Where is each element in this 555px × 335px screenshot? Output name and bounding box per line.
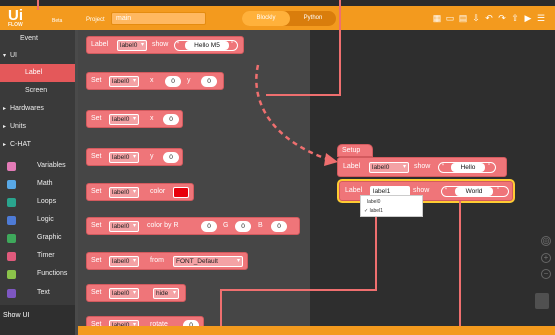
status-bar <box>78 326 555 335</box>
label-show-block[interactable]: Label label0 show “Hello M5” <box>86 36 244 54</box>
show-ui-button[interactable]: Show UI <box>3 312 29 319</box>
set-color-rgb-block[interactable]: Set label0 color by R 0 G 0 B 0 <box>86 217 300 235</box>
mode-toggle[interactable]: Blockly Python <box>242 11 336 26</box>
sidebar-item-loops[interactable]: Loops <box>0 193 75 211</box>
top-toolbar: Ui FLOW Beta Project main Blockly Python… <box>0 6 555 30</box>
beta-label: Beta <box>52 18 63 24</box>
upload-icon[interactable]: ⇧ <box>510 13 520 23</box>
set-x-block[interactable]: Set label0 x 0 <box>86 110 183 128</box>
zoom-in-icon[interactable]: + <box>541 253 551 263</box>
functions-swatch <box>7 270 16 279</box>
run-icon[interactable]: ▶ <box>523 13 533 23</box>
set-font-block[interactable]: Set label0 from FONT_Default <box>86 252 248 270</box>
logic-swatch <box>7 216 16 225</box>
sidebar-item-hardwares[interactable]: ▸ Hardwares <box>0 100 75 118</box>
download-icon[interactable]: ⇩ <box>471 13 481 23</box>
annotation-line <box>459 201 461 335</box>
sidebar-item-chat[interactable]: ▸ C-HAT <box>0 136 75 154</box>
graphic-swatch <box>7 234 16 243</box>
app-window: Ui FLOW Beta Project main Blockly Python… <box>0 0 555 335</box>
menu-item-label0[interactable]: label0 <box>367 199 380 205</box>
loops-swatch <box>7 198 16 207</box>
blockly-mode-button[interactable]: Blockly <box>242 11 290 26</box>
sidebar-item-ui[interactable]: UI ▾ <box>0 47 75 65</box>
sidebar-item-timer[interactable]: Timer <box>0 247 75 265</box>
redo-icon[interactable]: ↷ <box>497 13 507 23</box>
save-icon[interactable]: ▤ <box>458 13 468 23</box>
annotation-line <box>37 0 39 10</box>
set-y-block[interactable]: Set label0 y 0 <box>86 148 183 166</box>
zoom-out-icon[interactable]: − <box>541 269 551 279</box>
grid-icon[interactable]: ▦ <box>432 13 442 23</box>
folder-icon[interactable]: ▭ <box>445 13 455 23</box>
set-xy-block[interactable]: Set label0 x 0 y 0 <box>86 72 224 90</box>
annotation-line <box>375 217 377 291</box>
sidebar-item-screen[interactable]: Screen <box>0 82 75 100</box>
timer-swatch <box>7 252 16 261</box>
sidebar-footer <box>0 305 75 335</box>
sidebar-item-graphic[interactable]: Graphic <box>0 229 75 247</box>
undo-icon[interactable]: ↶ <box>484 13 494 23</box>
sidebar-item-units[interactable]: ▸ Units <box>0 118 75 136</box>
sidebar-item-label[interactable]: Label <box>0 64 75 82</box>
math-swatch <box>7 180 16 189</box>
trash-icon[interactable] <box>535 293 549 309</box>
sidebar-item-functions[interactable]: Functions <box>0 265 75 283</box>
sidebar-item-event[interactable]: Event <box>0 30 75 48</box>
sidebar-item-text[interactable]: Text <box>0 284 75 302</box>
project-label: Project <box>86 17 105 23</box>
workspace-label0-show-block[interactable]: Label label0 show “Hello” <box>337 157 507 177</box>
python-mode-button[interactable]: Python <box>290 11 336 26</box>
color-swatch[interactable] <box>173 187 189 198</box>
set-hide-block[interactable]: Set label0 hide <box>86 284 186 302</box>
sidebar-item-logic[interactable]: Logic <box>0 211 75 229</box>
annotation-line <box>220 289 377 291</box>
text-swatch <box>7 289 16 298</box>
menu-icon[interactable]: ☰ <box>536 13 546 23</box>
uiflow-logo: Ui FLOW <box>8 7 23 28</box>
variables-swatch <box>7 162 16 171</box>
toolbar-icons: ▦ ▭ ▤ ⇩ ↶ ↷ ⇧ ▶ ☰ <box>432 13 548 25</box>
menu-item-label1[interactable]: ✓ label1 <box>364 208 383 214</box>
sidebar-item-math[interactable]: Math <box>0 175 75 193</box>
sidebar-item-variables[interactable]: Variables <box>0 157 75 175</box>
zoom-reset-icon[interactable]: ◎ <box>541 236 551 246</box>
dashed-arrow <box>255 64 338 166</box>
set-color-block[interactable]: Set label0 color <box>86 183 194 201</box>
project-name-input[interactable]: main <box>111 12 206 25</box>
variable-dropdown-menu: label0 ✓ label1 <box>360 195 423 217</box>
